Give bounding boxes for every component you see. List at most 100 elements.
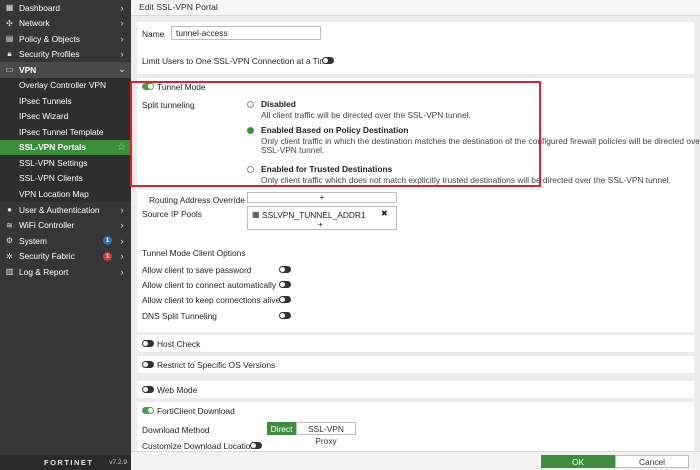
limit-users-label: Limit Users to One SSL-VPN Connection at… bbox=[142, 56, 331, 66]
chevron-right-icon: › bbox=[120, 266, 124, 277]
web-mode-section: Web Mode bbox=[137, 381, 694, 398]
sidebar-item-log-report[interactable]: ▥ Log & Report › bbox=[0, 264, 131, 280]
sidebar-item-ipsec-tunnel-template[interactable]: IPsec Tunnel Template bbox=[0, 124, 131, 140]
sidebar-item-label: IPsec Tunnel Template bbox=[19, 126, 104, 137]
sidebar-item-label: SSL-VPN Portals bbox=[19, 142, 87, 153]
split-policy-radio[interactable] bbox=[247, 127, 254, 134]
sidebar-item-label: SSL-VPN Settings bbox=[19, 157, 88, 168]
tunnel-mode-toggle[interactable] bbox=[142, 83, 154, 90]
source-pool-value: SSLVPN_TUNNEL_ADDR1 bbox=[262, 210, 366, 220]
fortinet-logo: FORTINET bbox=[44, 458, 94, 467]
save-password-toggle[interactable] bbox=[279, 266, 291, 273]
dialog-footer: OK Cancel bbox=[131, 451, 700, 470]
chevron-right-icon: › bbox=[120, 235, 124, 246]
ok-button[interactable]: OK bbox=[541, 455, 615, 468]
sidebar-item-user-authentication[interactable]: ● User & Authentication › bbox=[0, 202, 131, 218]
star-icon[interactable]: ☆ bbox=[117, 142, 126, 153]
page-title: Edit SSL-VPN Portal bbox=[131, 0, 700, 16]
split-policy-desc-cont: SSL-VPN tunnel. bbox=[261, 145, 325, 155]
connect-auto-label: Allow client to connect automatically bbox=[142, 280, 277, 290]
sidebar-item-label: Policy & Objects bbox=[19, 33, 80, 44]
brand-bar: FORTINET v7.2.9 bbox=[0, 455, 131, 470]
customize-location-toggle[interactable] bbox=[250, 442, 262, 449]
routing-override-add-button[interactable]: + bbox=[247, 192, 397, 203]
sidebar-item-label: System bbox=[19, 235, 47, 246]
split-trusted-radio[interactable] bbox=[247, 166, 254, 173]
split-trusted-label: Enabled for Trusted Destinations bbox=[261, 164, 393, 174]
sidebar-item-security-profiles[interactable]: 🔒︎ Security Profiles › bbox=[0, 47, 131, 63]
policy-icon: ▤ bbox=[5, 34, 14, 44]
plus-icon: + bbox=[319, 192, 325, 202]
host-check-label: Host Check bbox=[157, 339, 201, 349]
sidebar-item-label: Overlay Controller VPN bbox=[19, 80, 107, 91]
name-input[interactable]: tunnel-access bbox=[171, 26, 321, 40]
split-disabled-label: Disabled bbox=[261, 99, 296, 109]
monitor-icon: ▭ bbox=[5, 65, 14, 75]
chevron-right-icon: › bbox=[120, 49, 124, 60]
dns-split-toggle[interactable] bbox=[279, 312, 291, 319]
download-method-label: Download Method bbox=[142, 425, 210, 435]
sidebar-item-ssl-vpn-settings[interactable]: SSL-VPN Settings bbox=[0, 155, 131, 171]
sidebar-item-dashboard[interactable]: ▦ Dashboard › bbox=[0, 0, 131, 16]
routing-override-label: Routing Address Override bbox=[149, 195, 245, 205]
sidebar-item-security-fabric[interactable]: ✲ Security Fabric 1 › bbox=[0, 249, 131, 265]
general-section: Name tunnel-access Limit Users to One SS… bbox=[137, 22, 694, 74]
restrict-os-label: Restrict to Specific OS Versions bbox=[157, 360, 276, 370]
web-mode-label: Web Mode bbox=[157, 385, 198, 395]
sidebar-item-overlay-controller-vpn[interactable]: Overlay Controller VPN bbox=[0, 77, 131, 93]
sidebar-item-label: Dashboard bbox=[19, 2, 60, 13]
notification-badge: 1 bbox=[103, 251, 112, 261]
sidebar-item-policy-objects[interactable]: ▤ Policy & Objects › bbox=[0, 31, 131, 47]
client-options-header: Tunnel Mode Client Options bbox=[142, 248, 246, 258]
split-disabled-desc: All client traffic will be directed over… bbox=[261, 110, 471, 120]
sidebar-item-label: VPN Location Map bbox=[19, 188, 89, 199]
sidebar: ▦ Dashboard › ✣ Network › ▤ Policy & Obj… bbox=[0, 0, 131, 470]
dashboard-icon: ▦ bbox=[5, 3, 14, 13]
name-label: Name bbox=[142, 29, 165, 39]
restrict-os-toggle[interactable] bbox=[142, 361, 154, 368]
connect-auto-toggle[interactable] bbox=[279, 281, 291, 288]
plus-icon[interactable]: + bbox=[318, 218, 323, 230]
chevron-down-icon: ⌄ bbox=[118, 64, 126, 75]
sidebar-item-system[interactable]: ⚙ System 1 › bbox=[0, 233, 131, 249]
user-icon: ● bbox=[7, 205, 12, 215]
forticlient-download-toggle[interactable] bbox=[142, 407, 154, 414]
sidebar-item-label: Network bbox=[19, 18, 50, 29]
host-check-toggle[interactable] bbox=[142, 340, 154, 347]
sidebar-item-network[interactable]: ✣ Network › bbox=[0, 16, 131, 32]
sidebar-item-label: IPsec Tunnels bbox=[19, 95, 72, 106]
address-pool-icon: ▦ bbox=[252, 210, 260, 219]
limit-users-toggle[interactable] bbox=[322, 57, 334, 64]
host-check-section: Host Check bbox=[137, 335, 694, 352]
sidebar-item-vpn[interactable]: ▭ VPN ⌄ bbox=[0, 62, 131, 78]
sidebar-item-label: WiFi Controller bbox=[19, 220, 75, 231]
sidebar-item-label: VPN bbox=[19, 64, 37, 75]
save-password-label: Allow client to save password bbox=[142, 265, 252, 275]
split-policy-desc: Only client traffic in which the destina… bbox=[261, 136, 700, 146]
sidebar-item-label: Security Fabric bbox=[19, 251, 75, 262]
chevron-right-icon: › bbox=[120, 251, 124, 262]
sidebar-item-ssl-vpn-portals[interactable]: SSL-VPN Portals ☆ bbox=[0, 139, 131, 155]
web-mode-toggle[interactable] bbox=[142, 386, 154, 393]
split-tunneling-label: Split tunneling bbox=[142, 100, 195, 110]
lock-icon: 🔒︎ bbox=[7, 49, 12, 59]
notification-badge: 1 bbox=[103, 236, 112, 246]
sidebar-item-wifi-controller[interactable]: ≋ WiFi Controller › bbox=[0, 218, 131, 234]
sidebar-item-ssl-vpn-clients[interactable]: SSL-VPN Clients bbox=[0, 170, 131, 186]
sidebar-item-vpn-location-map[interactable]: VPN Location Map bbox=[0, 186, 131, 202]
source-ip-pools-label: Source IP Pools bbox=[142, 209, 202, 219]
source-ip-pools-field[interactable]: ▦ SSLVPN_TUNNEL_ADDR1 ✖ + bbox=[247, 206, 397, 230]
close-icon[interactable]: ✖ bbox=[381, 208, 388, 220]
keep-alive-label: Allow client to keep connections alive bbox=[142, 295, 281, 305]
sidebar-item-label: SSL-VPN Clients bbox=[19, 173, 83, 184]
restrict-os-section: Restrict to Specific OS Versions bbox=[137, 356, 694, 373]
cancel-button[interactable]: Cancel bbox=[615, 455, 689, 468]
sidebar-item-ipsec-wizard[interactable]: IPsec Wizard bbox=[0, 108, 131, 124]
sidebar-item-ipsec-tunnels[interactable]: IPsec Tunnels bbox=[0, 93, 131, 109]
download-proxy-button[interactable]: SSL-VPN Proxy bbox=[296, 422, 356, 446]
keep-alive-toggle[interactable] bbox=[279, 296, 291, 303]
split-disabled-radio[interactable] bbox=[247, 101, 254, 108]
chevron-right-icon: › bbox=[120, 220, 124, 231]
download-direct-button[interactable]: Direct bbox=[267, 422, 296, 435]
split-policy-label: Enabled Based on Policy Destination bbox=[261, 125, 409, 135]
